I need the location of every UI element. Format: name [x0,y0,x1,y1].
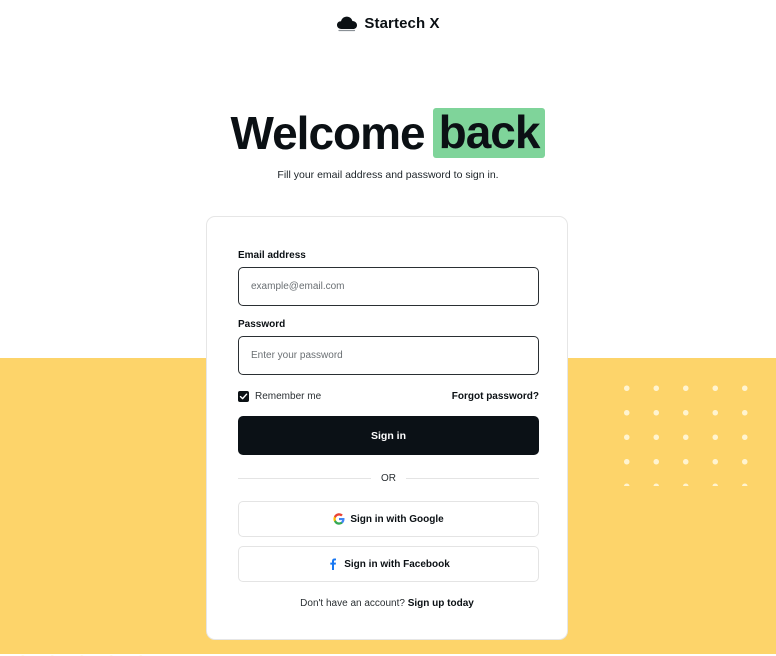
checkmark-icon [239,393,248,399]
decorative-dot-grid-bottom [8,646,148,656]
divider-text: OR [381,472,396,484]
password-label: Password [238,319,286,330]
signin-card: Email address Password Remember me Forgo… [206,216,568,640]
password-input[interactable] [238,336,539,375]
brand-name: Startech X [364,14,440,32]
or-divider: OR [238,471,539,485]
page-title: Welcome back [0,108,776,158]
signup-prompt-text: Don't have an account? [300,598,405,609]
google-sign-in-label: Sign in with Google [350,513,444,525]
google-icon [333,513,345,525]
remember-row: Remember me Forgot password? [238,389,539,403]
facebook-icon [327,558,339,570]
remember-me-checkbox[interactable] [238,390,249,402]
email-input[interactable] [238,267,539,306]
facebook-sign-in-label: Sign in with Facebook [344,558,450,570]
divider-line-right [406,477,539,479]
divider-line-left [238,477,371,479]
signup-prompt-row: Don't have an account? Sign up today [207,598,567,609]
cloud-icon [336,14,358,32]
page-title-start: Welcome [230,107,426,159]
remember-me-checkbox-group[interactable]: Remember me [238,390,322,402]
brand-header: Startech X [0,14,776,32]
decorative-dot-grid [612,376,752,486]
google-sign-in-button[interactable]: Sign in with Google [238,501,539,537]
forgot-password-link[interactable]: Forgot password? [452,391,539,402]
remember-me-label: Remember me [255,390,322,402]
facebook-sign-in-button[interactable]: Sign in with Facebook [238,546,539,582]
page-title-highlight: back [432,108,546,158]
email-label: Email address [238,250,306,261]
page-subtitle: Fill your email address and password to … [277,169,499,181]
sign-up-link[interactable]: Sign up today [408,598,474,609]
sign-in-button[interactable]: Sign in [238,416,539,455]
